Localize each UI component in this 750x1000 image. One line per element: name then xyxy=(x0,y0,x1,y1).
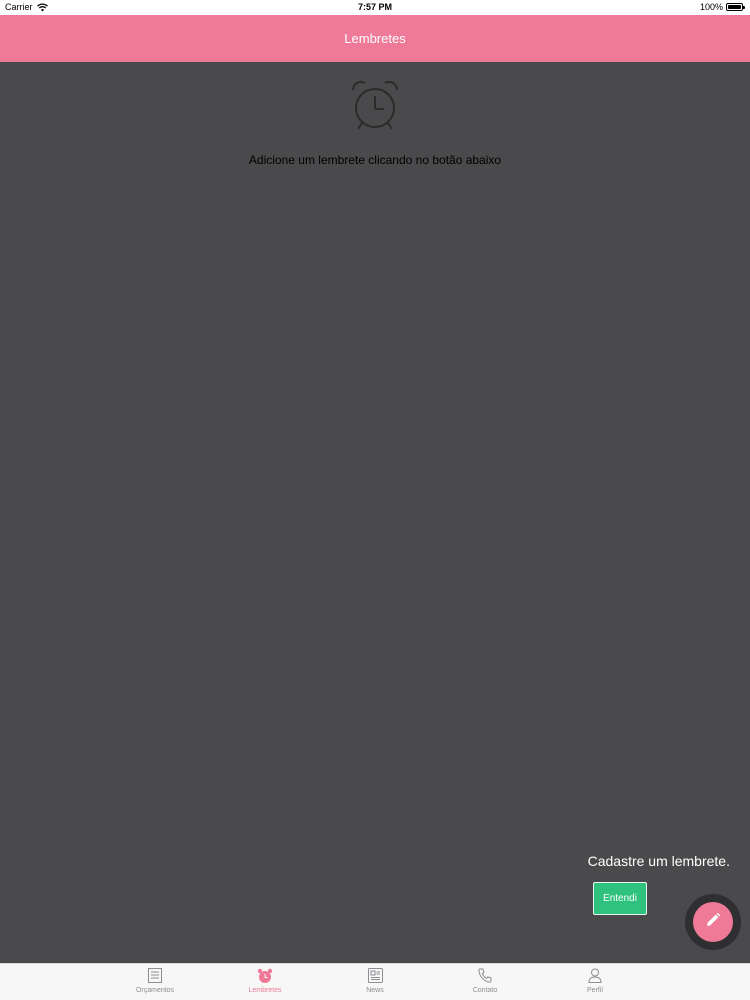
tab-label: Orçamentos xyxy=(135,987,175,994)
alarm-clock-icon xyxy=(225,968,305,984)
tab-label: Contato xyxy=(472,987,498,994)
battery-percent: 100% xyxy=(699,2,723,12)
tab-label: News xyxy=(366,987,384,994)
pencil-icon xyxy=(705,912,721,933)
newspaper-icon xyxy=(335,968,415,984)
tab-lembretes[interactable]: Lembretes xyxy=(225,968,305,994)
app-screen: Carrier 7:57 PM 100% Lembretes Adicione … xyxy=(0,0,750,1000)
tooltip-message: Cadastre um lembrete. xyxy=(587,853,730,869)
tab-contato[interactable]: Contato xyxy=(445,968,525,994)
tab-perfil[interactable]: Perfil xyxy=(555,968,635,994)
tab-label: Lembretes xyxy=(248,987,282,994)
tab-bar: Orçamentos Lembretes News Contato Perfil xyxy=(0,963,750,1000)
navigation-bar: Lembretes xyxy=(0,15,750,62)
add-reminder-button[interactable] xyxy=(693,902,733,942)
status-right: 100% xyxy=(700,2,746,12)
empty-state: Adicione um lembrete clicando no botão a… xyxy=(0,78,750,167)
status-bar: Carrier 7:57 PM 100% xyxy=(0,0,750,15)
tab-orcamentos[interactable]: Orçamentos xyxy=(115,968,195,994)
page-title: Lembretes xyxy=(344,31,406,46)
person-icon xyxy=(555,968,635,984)
phone-icon xyxy=(445,968,525,984)
tab-label: Perfil xyxy=(587,987,603,994)
list-icon xyxy=(115,968,195,984)
status-time: 7:57 PM xyxy=(357,2,392,12)
entendi-button[interactable]: Entendi xyxy=(593,882,647,915)
tab-news[interactable]: News xyxy=(335,968,415,994)
battery-icon xyxy=(726,2,746,12)
empty-state-message: Adicione um lembrete clicando no botão a… xyxy=(248,153,502,167)
alarm-clock-icon xyxy=(347,78,403,139)
